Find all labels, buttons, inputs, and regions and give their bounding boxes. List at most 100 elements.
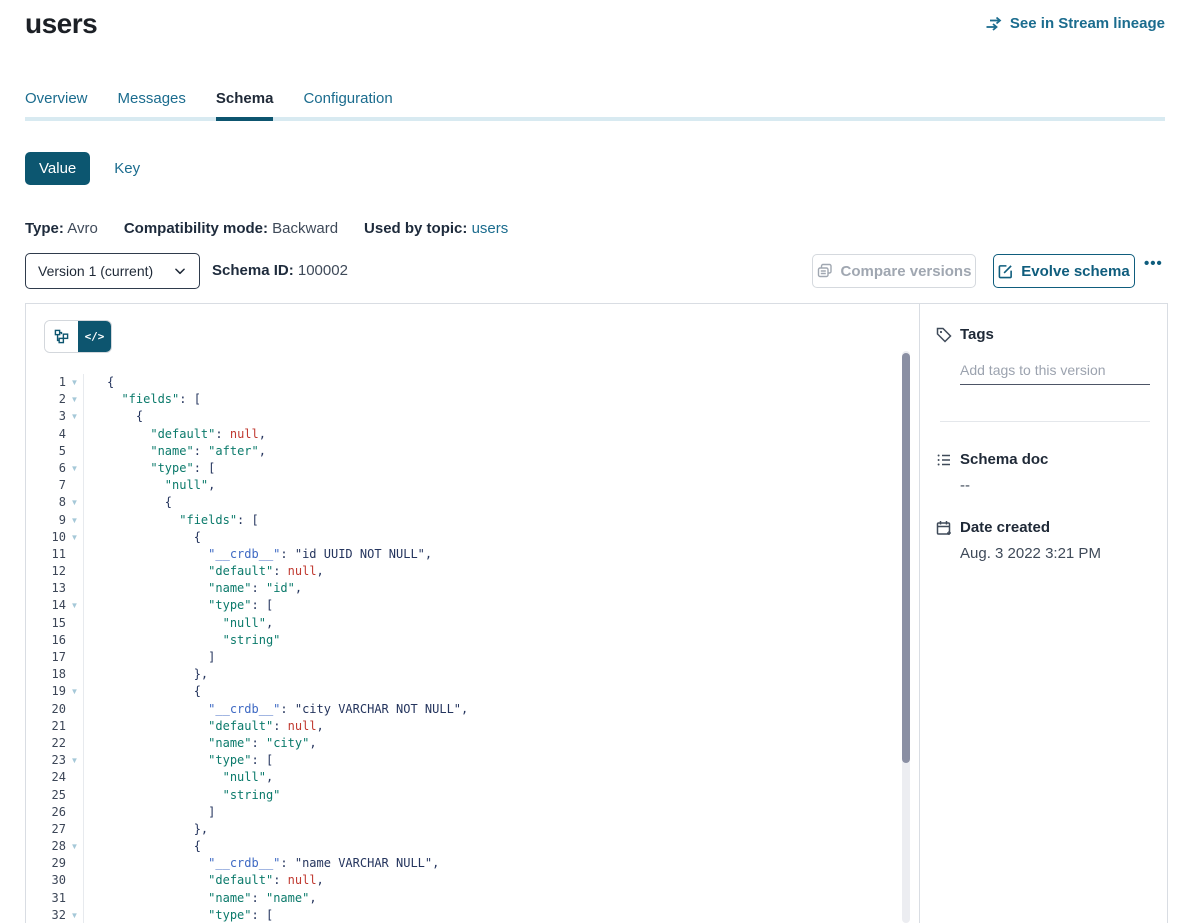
editor-scrollbar-thumb[interactable] — [902, 353, 910, 763]
stream-lineage-link[interactable]: See in Stream lineage — [985, 15, 1165, 32]
code-text: }, — [84, 821, 208, 838]
line-number: 31 — [26, 890, 66, 907]
code-lines: 1▼{2▼ "fields": [3▼ {4 "default": null,5… — [26, 374, 919, 923]
code-line: 1▼{ — [26, 374, 919, 391]
fold-toggle-icon[interactable]: ▼ — [66, 529, 83, 546]
line-number: 4 — [26, 426, 66, 443]
fold-toggle-icon[interactable]: ▼ — [66, 494, 83, 511]
code-line: 21 "default": null, — [26, 718, 919, 735]
code-line: 20 "__crdb__": "city VARCHAR NOT NULL", — [26, 701, 919, 718]
code-text: "null", — [84, 769, 273, 786]
line-number: 11 — [26, 546, 66, 563]
code-line: 5 "name": "after", — [26, 443, 919, 460]
fold-spacer — [66, 701, 83, 718]
key-tab-button[interactable]: Key — [114, 160, 140, 177]
fold-toggle-icon[interactable]: ▼ — [66, 391, 83, 408]
fold-toggle-icon[interactable]: ▼ — [66, 374, 83, 391]
fold-toggle-icon[interactable]: ▼ — [66, 597, 83, 614]
fold-spacer — [66, 804, 83, 821]
line-number: 10 — [26, 529, 66, 546]
code-line: 23▼ "type": [ — [26, 752, 919, 769]
code-line: 22 "name": "city", — [26, 735, 919, 752]
line-number: 22 — [26, 735, 66, 752]
fold-toggle-icon[interactable]: ▼ — [66, 752, 83, 769]
fold-spacer — [66, 787, 83, 804]
schema-part-toggle: Value Key — [25, 152, 140, 185]
line-number: 23 — [26, 752, 66, 769]
code-text: "string" — [84, 787, 280, 804]
line-number: 21 — [26, 718, 66, 735]
line-number: 17 — [26, 649, 66, 666]
code-line: 29 "__crdb__": "name VARCHAR NULL", — [26, 855, 919, 872]
code-line: 25 "string" — [26, 787, 919, 804]
code-text: "fields": [ — [84, 391, 201, 408]
tab-overview[interactable]: Overview — [25, 90, 88, 121]
tab-configuration[interactable]: Configuration — [303, 90, 392, 121]
code-text: "default": null, — [84, 563, 324, 580]
code-text: "type": [ — [84, 752, 273, 769]
fold-spacer — [66, 890, 83, 907]
fold-spacer — [66, 718, 83, 735]
code-text: "null", — [84, 477, 215, 494]
fold-toggle-icon[interactable]: ▼ — [66, 683, 83, 700]
fold-spacer — [66, 769, 83, 786]
tab-schema[interactable]: Schema — [216, 90, 274, 121]
list-icon — [936, 452, 952, 468]
fold-spacer — [66, 821, 83, 838]
line-number: 28 — [26, 838, 66, 855]
tree-view-button[interactable] — [45, 321, 78, 352]
code-text: { — [84, 683, 201, 700]
code-text: ] — [84, 649, 215, 666]
fold-toggle-icon[interactable]: ▼ — [66, 907, 83, 923]
code-line: 11 "__crdb__": "id UUID NOT NULL", — [26, 546, 919, 563]
schema-code-editor[interactable]: 1▼{2▼ "fields": [3▼ {4 "default": null,5… — [26, 374, 919, 923]
tab-messages[interactable]: Messages — [118, 90, 186, 121]
line-number: 8 — [26, 494, 66, 511]
fold-spacer — [66, 443, 83, 460]
code-text: }, — [84, 666, 208, 683]
fold-toggle-icon[interactable]: ▼ — [66, 838, 83, 855]
code-line: 18 }, — [26, 666, 919, 683]
code-text: ] — [84, 804, 215, 821]
code-line: 4 "default": null, — [26, 426, 919, 443]
line-number: 29 — [26, 855, 66, 872]
fold-spacer — [66, 477, 83, 494]
fold-toggle-icon[interactable]: ▼ — [66, 408, 83, 425]
code-line: 8▼ { — [26, 494, 919, 511]
value-tab-button[interactable]: Value — [25, 152, 90, 185]
code-view-button[interactable]: </> — [78, 321, 111, 352]
compare-versions-label: Compare versions — [841, 263, 972, 280]
code-text: "type": [ — [84, 597, 273, 614]
fold-toggle-icon[interactable]: ▼ — [66, 512, 83, 529]
editor-scrollbar-track[interactable] — [902, 351, 910, 923]
line-number: 25 — [26, 787, 66, 804]
fold-spacer — [66, 546, 83, 563]
code-line: 3▼ { — [26, 408, 919, 425]
fold-spacer — [66, 735, 83, 752]
chevron-down-icon — [173, 264, 187, 278]
type-label: Type: — [25, 220, 64, 237]
schema-details-sidebar: Tags Schema doc -- — [919, 304, 1167, 923]
code-text: { — [84, 374, 114, 391]
compare-versions-button[interactable]: Compare versions — [812, 254, 976, 288]
code-text: "name": "id", — [84, 580, 302, 597]
code-text: "default": null, — [84, 426, 266, 443]
fold-spacer — [66, 615, 83, 632]
code-text: "name": "city", — [84, 735, 317, 752]
code-line: 12 "default": null, — [26, 563, 919, 580]
add-tags-input[interactable] — [960, 360, 1150, 385]
fold-spacer — [66, 872, 83, 889]
line-number: 12 — [26, 563, 66, 580]
evolve-schema-label: Evolve schema — [1021, 263, 1129, 280]
evolve-schema-button[interactable]: Evolve schema — [993, 254, 1135, 288]
version-select[interactable]: Version 1 (current) — [25, 253, 200, 289]
date-created-title: Date created — [960, 519, 1050, 536]
more-actions-button[interactable]: ••• — [1144, 255, 1163, 272]
fold-toggle-icon[interactable]: ▼ — [66, 460, 83, 477]
code-text: "type": [ — [84, 907, 273, 923]
topic-link[interactable]: users — [472, 220, 509, 237]
tab-track — [25, 117, 1165, 121]
code-text: "null", — [84, 615, 273, 632]
schema-doc-section: Schema doc -- — [936, 451, 1151, 494]
line-number: 14 — [26, 597, 66, 614]
